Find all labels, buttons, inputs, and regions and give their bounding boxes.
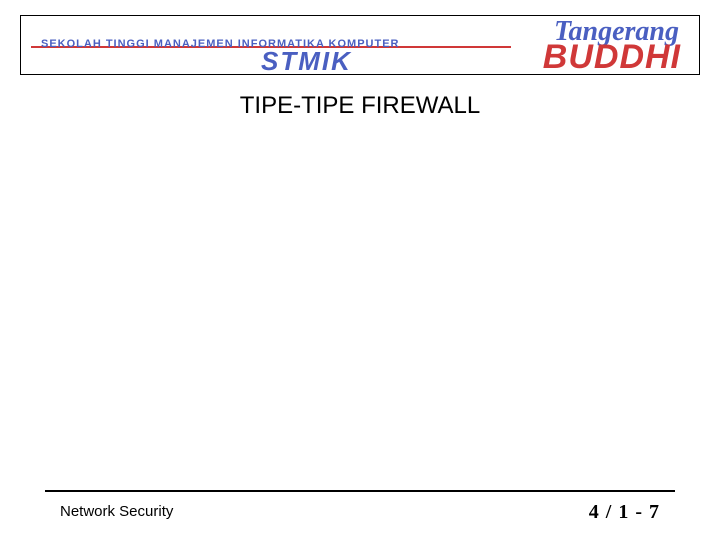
page-title: TIPE-TIPE FIREWALL [0,92,720,120]
logo-stmik-text: STMIK [261,46,352,75]
footer-left-text: Network Security [60,503,173,520]
footer-page-number: 4 / 1 - 7 [589,501,660,524]
header-logo: Tangerang SEKOLAH TINGGI MANAJEMEN INFOR… [20,15,700,75]
logo-buddhi-text: BUDDHI [543,38,681,75]
footer-divider [45,490,675,492]
